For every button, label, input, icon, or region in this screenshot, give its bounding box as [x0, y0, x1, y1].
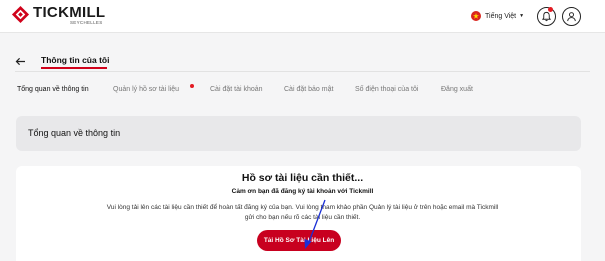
brand-subtitle: SEYCHELLES	[70, 20, 103, 25]
tickmill-logo[interactable]: TICKMILL SEYCHELLES	[11, 5, 105, 26]
tab-document-management[interactable]: Quản lý hồ sơ tài liệu	[113, 86, 179, 93]
tab-account-settings[interactable]: Cài đặt tài khoản	[210, 86, 263, 93]
profile-button[interactable]	[562, 7, 581, 26]
vietnam-flag-icon	[471, 11, 481, 21]
documents-title: Hồ sơ tài liệu cần thiết...	[241, 172, 364, 184]
notification-badge	[548, 7, 553, 12]
page-title-underline	[41, 67, 107, 69]
header-divider	[15, 71, 590, 72]
top-header: TICKMILL SEYCHELLES Tiếng Việt ▼	[0, 0, 605, 33]
notifications-button[interactable]	[537, 7, 556, 26]
back-arrow-icon[interactable]	[15, 57, 26, 66]
documents-body: Vui lòng tải lên các tài liệu cần thiết …	[106, 204, 499, 221]
bell-icon	[541, 11, 552, 22]
user-icon	[567, 12, 576, 22]
tab-security-settings[interactable]: Cài đặt bảo mật	[284, 86, 333, 93]
tickmill-logo-icon	[11, 5, 30, 24]
language-label: Tiếng Việt	[485, 12, 517, 20]
documents-subtitle: Cảm ơn bạn đã đăng ký tài khoản với Tick…	[231, 188, 374, 195]
tab-overview[interactable]: Tổng quan về thông tin	[17, 86, 89, 93]
overview-section-title: Tổng quan về thông tin	[28, 128, 121, 138]
brand-name: TICKMILL	[33, 4, 106, 21]
upload-documents-button[interactable]: Tải Hồ Sơ Tài Liệu Lên	[257, 230, 341, 251]
tab-my-phone[interactable]: Số điện thoại của tôi	[355, 86, 418, 93]
tab-logout[interactable]: Đăng xuất	[441, 86, 473, 93]
document-tab-badge	[190, 84, 194, 88]
caret-down-icon: ▼	[519, 13, 525, 19]
language-selector[interactable]: Tiếng Việt ▼	[471, 11, 524, 21]
page-title: Thông tin của tôi	[41, 55, 110, 65]
